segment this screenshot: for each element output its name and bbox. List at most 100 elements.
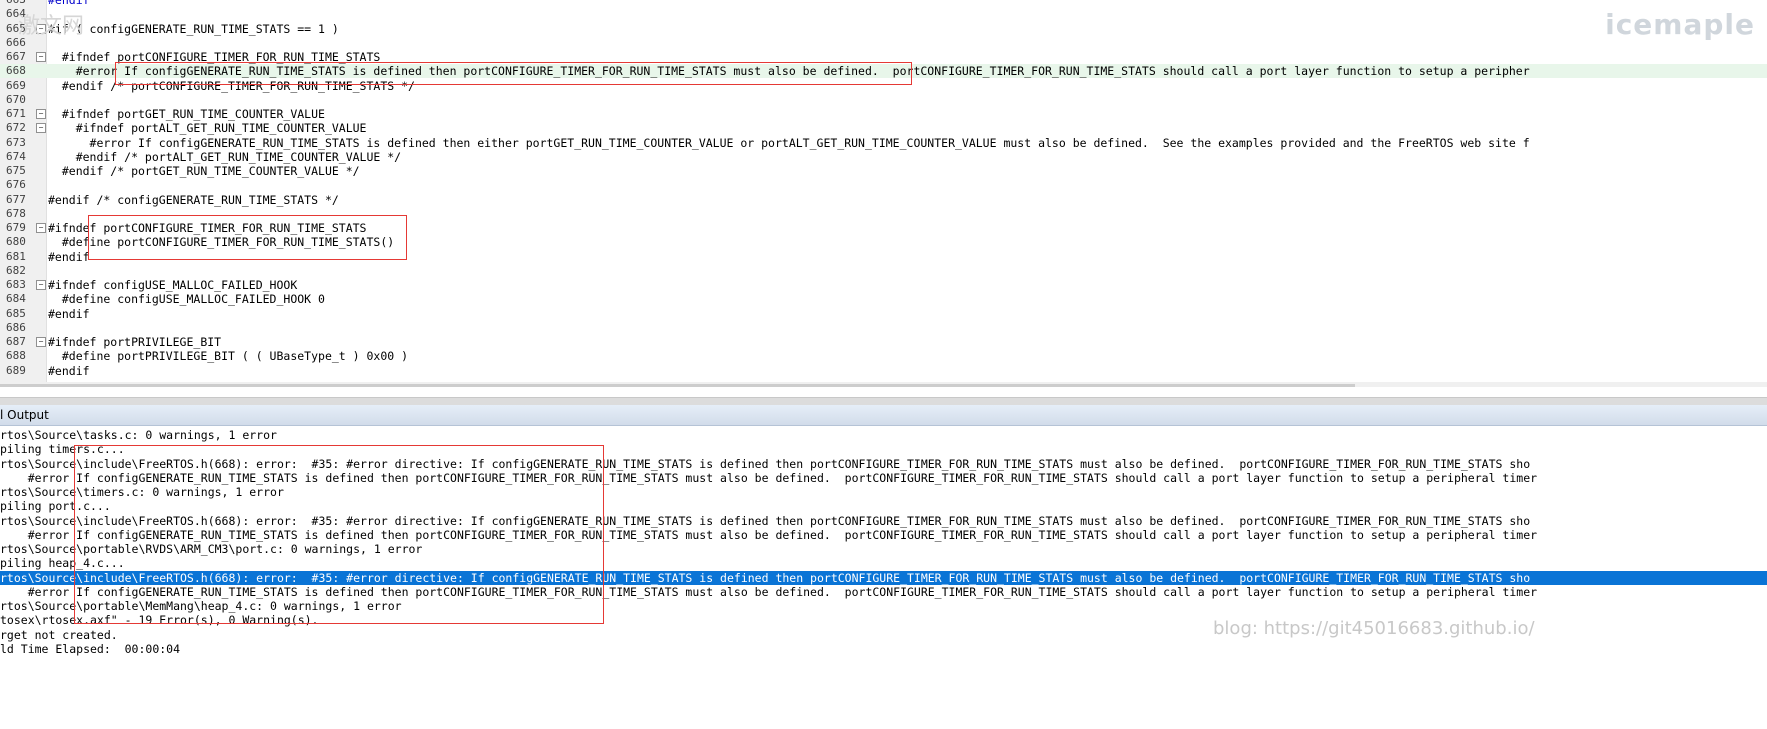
code-text: #endif — [48, 0, 90, 7]
code-text: #endif — [48, 306, 90, 321]
line-number: 676 — [6, 178, 26, 192]
output-line[interactable]: rtos\Source\include\FreeRTOS.h(668): err… — [0, 570, 1767, 585]
line-number: 668 — [6, 64, 26, 78]
code-text: #define portCONFIGURE_TIMER_FOR_RUN_TIME… — [48, 235, 395, 250]
code-text: #endif /* portGET_RUN_TIME_COUNTER_VALUE… — [48, 164, 360, 178]
fold-toggle-icon[interactable]: − — [36, 337, 46, 347]
fold-toggle-icon[interactable]: − — [36, 223, 46, 233]
code-line[interactable]: 681 #endif — [0, 250, 1767, 264]
logo-watermark: 激文网 — [18, 14, 85, 39]
code-line[interactable]: 679− #ifndef portCONFIGURE_TIMER_FOR_RUN_… — [0, 221, 1767, 235]
line-number: 682 — [6, 263, 26, 277]
line-number: 672 — [6, 121, 26, 135]
code-line[interactable]: 664 — [0, 7, 1767, 21]
code-text: #ifndef portCONFIGURE_TIMER_FOR_RUN_TIME… — [48, 221, 367, 235]
code-line[interactable]: 665− #if ( configGENERATE_RUN_TIME_STATS … — [0, 22, 1767, 36]
output-line[interactable]: rtos\Source\include\FreeRTOS.h(668): err… — [0, 514, 1767, 528]
fold-toggle-icon[interactable]: − — [36, 123, 46, 134]
code-line[interactable]: 663 #endif — [0, 0, 1767, 7]
code-line[interactable]: 671− #ifndef portGET_RUN_TIME_COUNTER_VA… — [0, 107, 1767, 121]
code-line[interactable]: 685 #endif — [0, 307, 1767, 321]
build-output-title-bar: l Output — [0, 405, 1767, 426]
code-text: #endif /* portCONFIGURE_TIMER_FOR_RUN_TI… — [48, 78, 415, 93]
code-text: #ifndef portPRIVILEGE_BIT — [48, 335, 222, 349]
code-text: #define configUSE_MALLOC_FAILED_HOOK 0 — [48, 292, 325, 307]
watermark-text: icemaple — [1605, 8, 1755, 41]
line-number: 674 — [6, 149, 26, 163]
line-number: 667 — [6, 50, 26, 63]
output-line[interactable]: piling timers.c... — [0, 442, 1767, 456]
code-line[interactable]: 668 #error If configGENERATE_RUN_TIME_ST… — [0, 64, 1767, 79]
code-line[interactable]: 674 #endif /* portALT_GET_RUN_TIME_COUNT… — [0, 150, 1767, 164]
output-line[interactable]: piling heap_4.c... — [0, 556, 1767, 570]
code-line[interactable]: 689 #endif — [0, 364, 1767, 378]
code-text: #if ( configGENERATE_RUN_TIME_STATS == 1… — [48, 21, 339, 36]
output-line[interactable]: rtos\Source\timers.c: 0 warnings, 1 erro… — [0, 485, 1767, 499]
code-line[interactable]: 677 #endif /* configGENERATE_RUN_TIME_STA… — [0, 193, 1767, 207]
fold-toggle-icon[interactable]: − — [36, 280, 46, 290]
code-line[interactable]: 680 #define portCONFIGURE_TIMER_FOR_RUN_… — [0, 235, 1767, 249]
line-number: 677 — [6, 192, 26, 206]
line-number: 663 — [6, 0, 34, 7]
line-number: 685 — [6, 306, 26, 320]
code-text: #endif — [48, 363, 90, 378]
output-line[interactable]: rtos\Source\include\FreeRTOS.h(668): err… — [0, 457, 1767, 471]
line-number: 689 — [6, 363, 26, 377]
code-line[interactable]: 678 — [0, 207, 1767, 221]
code-text: #ifndef configUSE_MALLOC_FAILED_HOOK — [48, 278, 298, 292]
blog-watermark: blog: https://git45016683.github.io/ — [1213, 618, 1535, 639]
code-text: #ifndef portGET_RUN_TIME_COUNTER_VALUE — [48, 107, 325, 121]
code-line[interactable]: 667− #ifndef portCONFIGURE_TIMER_FOR_RUN… — [0, 50, 1767, 64]
build-output-panel[interactable]: rtos\Source\tasks.c: 0 warnings, 1 error… — [0, 426, 1767, 729]
output-line[interactable]: ld Time Elapsed: 00:00:04 — [0, 642, 1767, 656]
code-text: #endif /* portALT_GET_RUN_TIME_COUNTER_V… — [48, 149, 402, 164]
code-line[interactable]: 682 — [0, 264, 1767, 278]
code-text: #endif — [48, 249, 90, 264]
code-line[interactable]: 688 #define portPRIVILEGE_BIT ( ( UBaseT… — [0, 349, 1767, 363]
output-line[interactable]: rtos\Source\portable\MemMang\heap_4.c: 0… — [0, 599, 1767, 613]
code-line[interactable]: 673 #error If configGENERATE_RUN_TIME_ST… — [0, 136, 1767, 150]
line-number: 675 — [6, 164, 26, 177]
output-line[interactable]: #error If configGENERATE_RUN_TIME_STATS … — [0, 585, 1767, 599]
code-line[interactable]: 687− #ifndef portPRIVILEGE_BIT — [0, 335, 1767, 349]
output-line[interactable]: rtos\Source\portable\RVDS\ARM_CM3\port.c… — [0, 542, 1767, 556]
code-line[interactable]: 684 #define configUSE_MALLOC_FAILED_HOOK… — [0, 292, 1767, 306]
line-number: 670 — [6, 92, 26, 106]
code-text: #error If configGENERATE_RUN_TIME_STATS … — [48, 135, 1530, 150]
output-line[interactable]: piling port.c... — [0, 499, 1767, 513]
code-line[interactable]: 676 — [0, 178, 1767, 192]
panel-title: l Output — [0, 408, 49, 422]
output-line[interactable]: rtos\Source\tasks.c: 0 warnings, 1 error — [0, 428, 1767, 442]
line-number: 671 — [6, 107, 26, 120]
line-number: 687 — [6, 335, 26, 348]
code-line[interactable]: 686 — [0, 321, 1767, 335]
line-number: 680 — [6, 235, 26, 249]
line-number: 688 — [6, 349, 26, 363]
code-text: #ifndef portALT_GET_RUN_TIME_COUNTER_VAL… — [48, 121, 367, 136]
code-text: #define portPRIVILEGE_BIT ( ( UBaseType_… — [48, 349, 409, 364]
code-text: #ifndef portCONFIGURE_TIMER_FOR_RUN_TIME… — [48, 50, 381, 64]
output-line[interactable]: #error If configGENERATE_RUN_TIME_STATS … — [0, 528, 1767, 542]
fold-toggle-icon[interactable]: − — [36, 52, 46, 62]
code-line[interactable]: 672− #ifndef portALT_GET_RUN_TIME_COUNTE… — [0, 121, 1767, 135]
code-editor[interactable]: 663#endif664665−#if ( configGENERATE_RUN… — [0, 0, 1767, 387]
code-line[interactable]: 670 — [0, 93, 1767, 107]
code-text: #error If configGENERATE_RUN_TIME_STATS … — [48, 64, 1530, 79]
scrollbar-thumb[interactable] — [0, 384, 1355, 387]
line-number: 673 — [6, 135, 26, 149]
code-line[interactable]: 675 #endif /* portGET_RUN_TIME_COUNTER_V… — [0, 164, 1767, 178]
line-number: 669 — [6, 78, 26, 92]
horizontal-scrollbar[interactable] — [0, 382, 1767, 387]
code-text: #endif /* configGENERATE_RUN_TIME_STATS … — [48, 192, 339, 207]
fold-toggle-icon[interactable]: − — [36, 109, 46, 119]
line-number: 683 — [6, 278, 26, 291]
code-line[interactable]: 666 — [0, 36, 1767, 50]
line-number: 686 — [6, 320, 26, 334]
line-number: 679 — [6, 221, 26, 234]
line-number: 681 — [6, 249, 26, 263]
code-line[interactable]: 683− #ifndef configUSE_MALLOC_FAILED_HOOK — [0, 278, 1767, 292]
output-line[interactable]: #error If configGENERATE_RUN_TIME_STATS … — [0, 471, 1767, 485]
code-line[interactable]: 669 #endif /* portCONFIGURE_TIMER_FOR_RU… — [0, 79, 1767, 93]
line-number: 684 — [6, 292, 26, 306]
line-number: 678 — [6, 206, 26, 220]
